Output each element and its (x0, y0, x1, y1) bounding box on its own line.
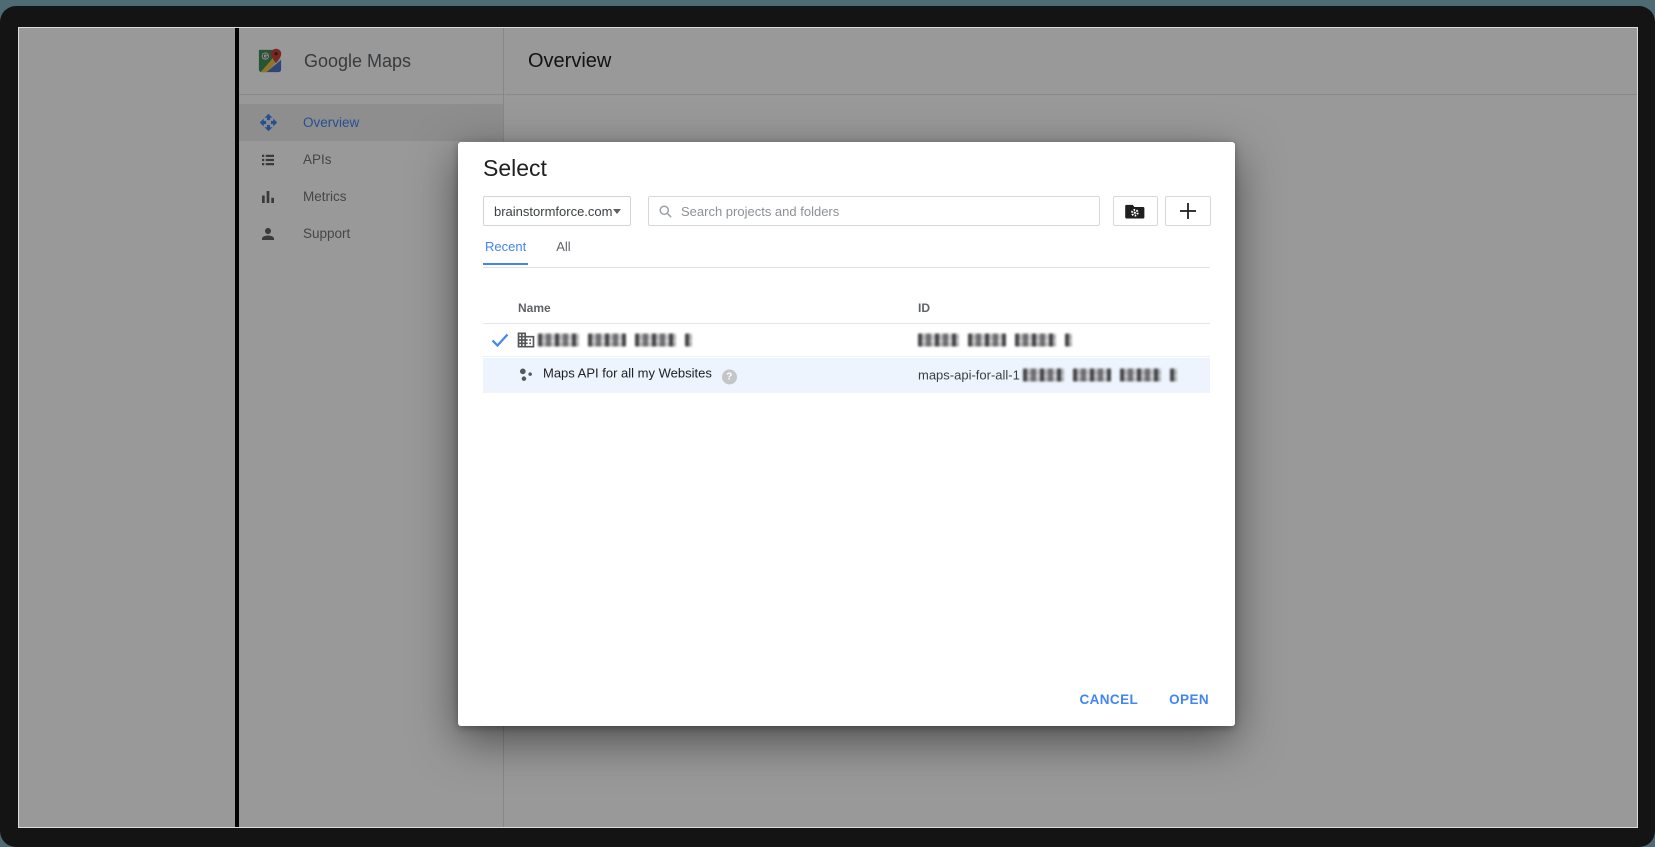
project-id-prefix: maps-api-for-all-1 (918, 368, 1020, 383)
chevron-down-icon (613, 209, 621, 214)
project-search-box (648, 196, 1100, 226)
redacted-project-name (538, 334, 692, 347)
project-select-dialog: Select brainstormforce.com (458, 142, 1235, 726)
dialog-actions: CANCEL OPEN (1079, 692, 1209, 707)
help-icon[interactable]: ? (722, 370, 737, 385)
project-name-text: Maps API for all my Websites (543, 366, 712, 381)
screen: G Google Maps Overview APIs (0, 0, 1655, 847)
organization-dropdown-value: brainstormforce.com (494, 204, 612, 219)
dialog-title: Select (483, 155, 547, 182)
column-header-id: ID (918, 301, 930, 315)
organization-icon (516, 330, 536, 350)
dialog-controls: brainstormforce.com (483, 196, 1210, 226)
redacted-project-id-suffix (1023, 369, 1177, 382)
project-name-cell: Maps API for all my Websites? (543, 366, 737, 385)
organization-dropdown[interactable]: brainstormforce.com (483, 196, 631, 226)
project-id-cell: maps-api-for-all-1 (918, 368, 1177, 383)
cancel-button[interactable]: CANCEL (1079, 692, 1138, 707)
folder-gear-icon (1125, 203, 1146, 220)
plus-icon (1179, 202, 1197, 220)
tab-recent[interactable]: Recent (483, 239, 528, 265)
redacted-project-id (918, 334, 1072, 347)
table-header: Name ID (483, 294, 1210, 323)
create-project-button[interactable] (1165, 196, 1211, 226)
search-input[interactable] (681, 204, 1090, 219)
check-icon (491, 332, 509, 348)
project-dots-icon (516, 365, 536, 385)
dialog-tabs: Recent All (483, 239, 573, 265)
table-row-organization[interactable] (483, 324, 1210, 357)
tab-all[interactable]: All (554, 239, 572, 265)
tabs-divider (483, 267, 1210, 268)
column-header-name: Name (518, 301, 551, 315)
table-row-maps-api-project[interactable]: Maps API for all my Websites? maps-api-f… (483, 358, 1210, 393)
manage-folders-button[interactable] (1113, 196, 1158, 226)
project-id-cell (918, 334, 1072, 347)
open-button[interactable]: OPEN (1169, 692, 1209, 707)
search-icon (658, 204, 673, 219)
